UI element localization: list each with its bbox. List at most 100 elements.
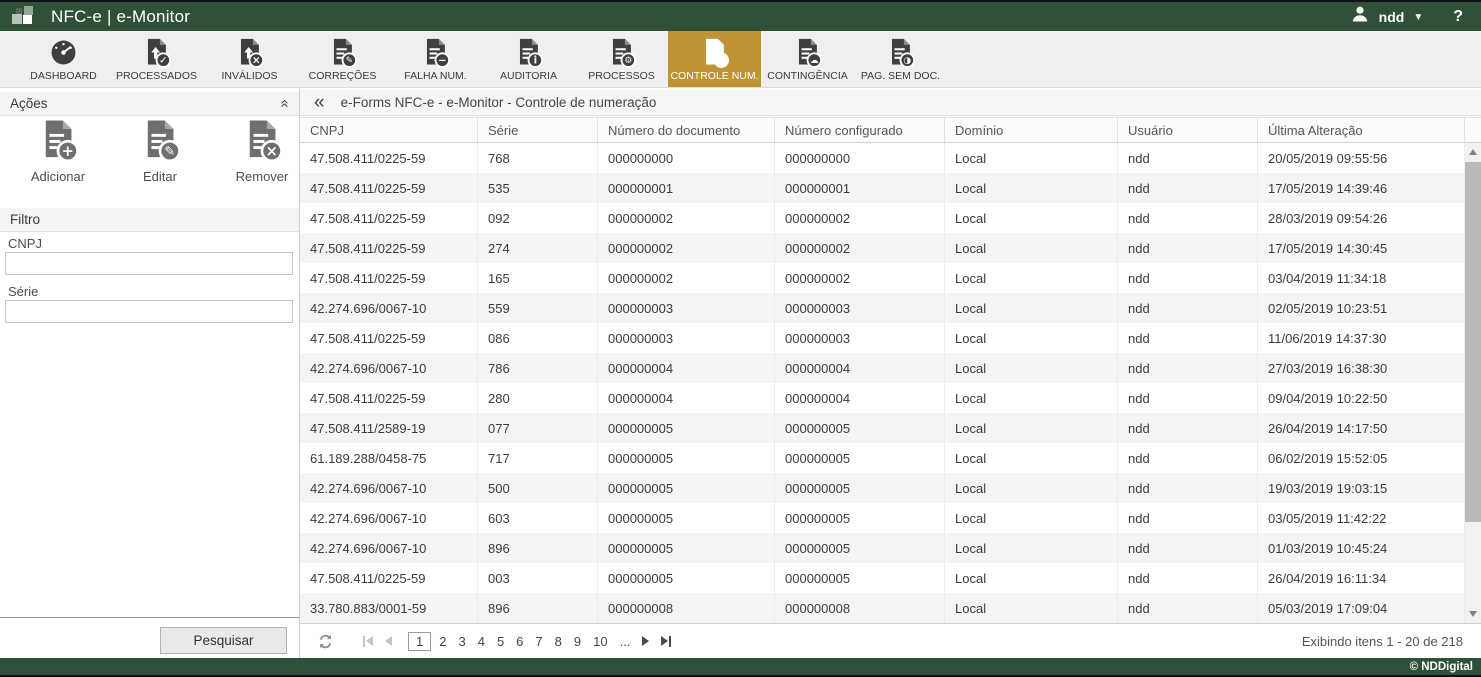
table-row[interactable]: 42.274.696/0067-10896000000005000000005L… — [300, 533, 1465, 563]
page-button-10[interactable]: 10 — [587, 632, 613, 651]
table-cell: 000000008 — [775, 593, 945, 623]
page-button-8[interactable]: 8 — [549, 632, 568, 651]
table-row[interactable]: 47.508.411/0225-59003000000005000000005L… — [300, 563, 1465, 593]
toolbar-item-label: DASHBOARD — [30, 70, 97, 82]
chevrons-up-icon[interactable]: « — [277, 99, 292, 107]
last-page-button[interactable] — [661, 636, 671, 647]
column-header-dom-nio[interactable]: Domínio — [945, 118, 1118, 142]
table-cell: 000000002 — [775, 263, 945, 293]
help-button[interactable]: ? — [1453, 8, 1463, 26]
prev-page-button[interactable] — [385, 636, 392, 646]
serie-label: Série — [8, 284, 38, 299]
table-cell: 000000005 — [598, 533, 775, 563]
table-cell: Local — [945, 233, 1118, 263]
toolbar-item-corre-es[interactable]: ✎CORREÇÕES — [296, 31, 389, 87]
page-button-1[interactable]: 1 — [408, 632, 431, 651]
table-cell: Local — [945, 533, 1118, 563]
adicionar-button[interactable]: +Adicionar — [12, 118, 104, 184]
table-row[interactable]: 47.508.411/2589-19077000000005000000005L… — [300, 413, 1465, 443]
table-cell: 559 — [478, 293, 598, 323]
page-button-9[interactable]: 9 — [568, 632, 587, 651]
toolbar-item-processados[interactable]: ✓PROCESSADOS — [110, 31, 203, 87]
table-cell: 33.780.883/0001-59 — [300, 593, 478, 623]
table-row[interactable]: 61.189.288/0458-75717000000005000000005L… — [300, 443, 1465, 473]
toolbar-item-processos[interactable]: ⚙PROCESSOS — [575, 31, 668, 87]
table-row[interactable]: 47.508.411/0225-59092000000002000000002L… — [300, 203, 1465, 233]
table-cell: 000000005 — [775, 533, 945, 563]
toolbar-item-conting-ncia[interactable]: ☁CONTINGÊNCIA — [761, 31, 854, 87]
table-row[interactable]: 42.274.696/0067-10500000000005000000005L… — [300, 473, 1465, 503]
vertical-scrollbar[interactable] — [1465, 143, 1481, 623]
app-header: NFC-e | e-Monitor ndd ▼ ? — [0, 2, 1481, 31]
table-cell: 42.274.696/0067-10 — [300, 503, 478, 533]
table-cell: 000000005 — [775, 563, 945, 593]
next-page-button[interactable] — [642, 636, 649, 646]
table-cell: ndd — [1118, 563, 1258, 593]
editar-button[interactable]: ✎Editar — [114, 118, 206, 184]
first-page-button[interactable] — [363, 636, 373, 647]
table-row[interactable]: 47.508.411/0225-59535000000001000000001L… — [300, 173, 1465, 203]
toolbar-item-pag-sem-doc[interactable]: ◑PAG. SEM DOC. — [854, 31, 947, 87]
table-row[interactable]: 47.508.411/0225-59280000000004000000004L… — [300, 383, 1465, 413]
doc-halfcircle-icon: ◑ — [886, 36, 915, 69]
table-cell: 42.274.696/0067-10 — [300, 293, 478, 323]
scrollbar-thumb[interactable] — [1465, 162, 1481, 522]
table-row[interactable]: 42.274.696/0067-10786000000004000000004L… — [300, 353, 1465, 383]
table-cell: 603 — [478, 503, 598, 533]
toolbar-item-auditoria[interactable]: iAUDITORIA — [482, 31, 575, 87]
table-row[interactable]: 47.508.411/0225-59165000000002000000002L… — [300, 263, 1465, 293]
app-window: NFC-e | e-Monitor ndd ▼ ? DASHBOARD ✓PRO… — [0, 0, 1481, 677]
table-row[interactable]: 42.274.696/0067-10603000000005000000005L… — [300, 503, 1465, 533]
doc-upload-check-icon: ✓ — [142, 36, 171, 69]
table-cell: 000000002 — [775, 233, 945, 263]
column-header-ltima-altera-o[interactable]: Última Alteração — [1258, 118, 1465, 142]
table-cell: 000000005 — [598, 503, 775, 533]
table-row[interactable]: 42.274.696/0067-10559000000003000000003L… — [300, 293, 1465, 323]
page-button-3[interactable]: 3 — [452, 632, 471, 651]
table-cell: 165 — [478, 263, 598, 293]
table-cell: 000000000 — [775, 143, 945, 173]
table-cell: 086 — [478, 323, 598, 353]
column-header-cnpj[interactable]: CNPJ — [300, 118, 478, 142]
page-button-2[interactable]: 2 — [433, 632, 452, 651]
page-ellipsis[interactable]: ... — [614, 632, 637, 651]
table-cell: 717 — [478, 443, 598, 473]
chevrons-left-icon[interactable]: « — [314, 95, 325, 110]
toolbar-item-inv-lidos[interactable]: ×INVÁLIDOS — [203, 31, 296, 87]
sidebar-footer-divider — [0, 617, 299, 618]
column-header-n-mero-do-documento[interactable]: Número do documento — [598, 118, 775, 142]
cnpj-label: CNPJ — [8, 236, 42, 251]
cnpj-input[interactable] — [5, 252, 293, 275]
page-button-6[interactable]: 6 — [510, 632, 529, 651]
column-header-s-rie[interactable]: Série — [478, 118, 598, 142]
toolbar-item-falha-num[interactable]: −FALHA NUM. — [389, 31, 482, 87]
serie-input[interactable] — [5, 300, 293, 323]
toolbar-item-label: AUDITORIA — [500, 70, 557, 82]
page-numbers: 12345678910... — [408, 632, 636, 651]
table-row[interactable]: 33.780.883/0001-59896000000008000000008L… — [300, 593, 1465, 623]
page-button-7[interactable]: 7 — [529, 632, 548, 651]
table-cell: ndd — [1118, 533, 1258, 563]
table-cell: 61.189.288/0458-75 — [300, 443, 478, 473]
table-row[interactable]: 47.508.411/0225-59274000000002000000002L… — [300, 233, 1465, 263]
page-button-5[interactable]: 5 — [491, 632, 510, 651]
remover-button[interactable]: ×Remover — [216, 118, 308, 184]
table-cell: 27/03/2019 16:38:30 — [1258, 353, 1465, 383]
table-row[interactable]: 47.508.411/0225-59086000000003000000003L… — [300, 323, 1465, 353]
scroll-down-icon[interactable] — [1469, 611, 1477, 617]
refresh-icon[interactable] — [318, 634, 333, 649]
page-button-4[interactable]: 4 — [472, 632, 491, 651]
toolbar-item-dashboard[interactable]: DASHBOARD — [17, 31, 110, 87]
table-cell: 000000003 — [775, 293, 945, 323]
toolbar-item-controle-num[interactable]: !CONTROLE NUM. — [668, 31, 761, 87]
toolbar-item-label: CONTROLE NUM. — [670, 70, 758, 82]
scroll-up-icon[interactable] — [1469, 149, 1477, 155]
user-menu[interactable]: ndd ▼ — [1350, 4, 1424, 29]
table-cell: 11/06/2019 14:37:30 — [1258, 323, 1465, 353]
table-cell: 17/05/2019 14:39:46 — [1258, 173, 1465, 203]
table-row[interactable]: 47.508.411/0225-59768000000000000000000L… — [300, 143, 1465, 173]
column-header-n-mero-configurado[interactable]: Número configurado — [775, 118, 945, 142]
pesquisar-button[interactable]: Pesquisar — [160, 627, 287, 654]
table-cell: 000000005 — [598, 563, 775, 593]
column-header-usu-rio[interactable]: Usuário — [1118, 118, 1258, 142]
